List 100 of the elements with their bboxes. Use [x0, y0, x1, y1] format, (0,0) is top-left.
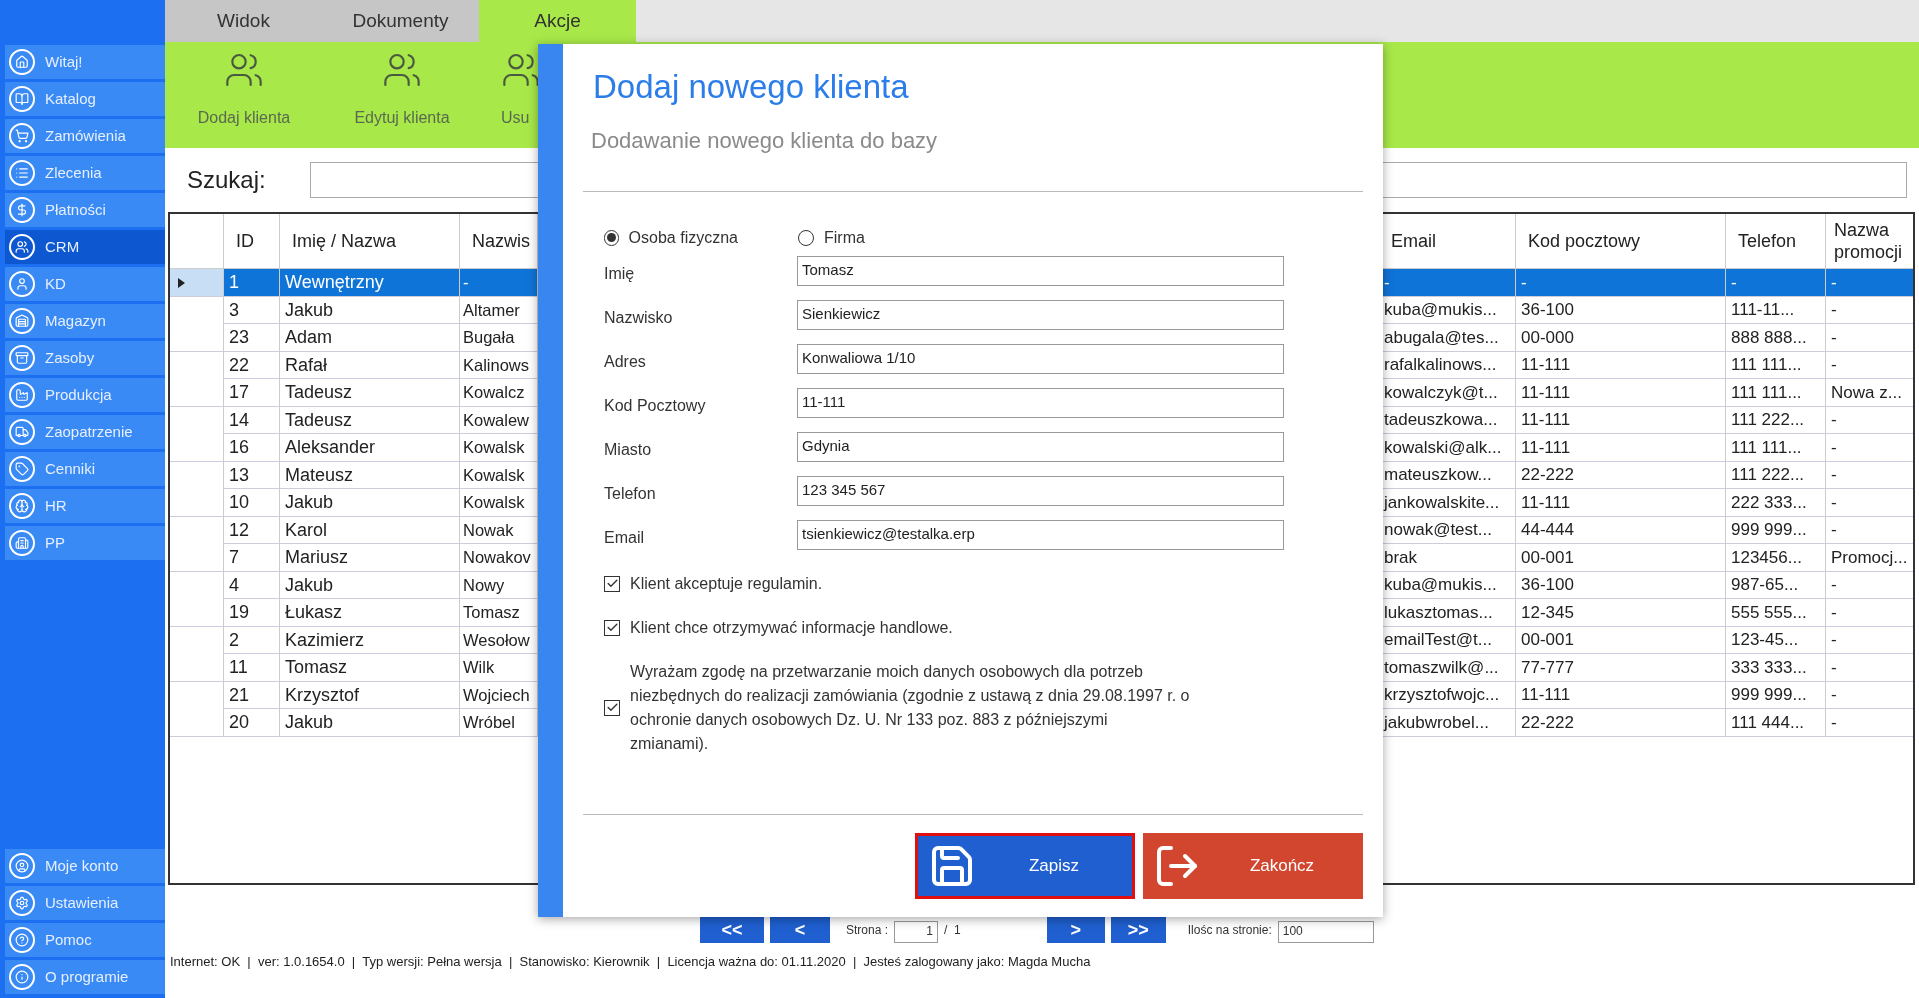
sidebar-item[interactable]: Zaopatrzenie: [5, 415, 165, 449]
table-cell: Jakub: [280, 489, 460, 516]
table-cell: 14: [224, 406, 280, 434]
consent-text: Klient akceptuje regulamin.: [630, 573, 824, 594]
text-field[interactable]: 123 345 567: [797, 475, 1284, 506]
table-cell-text: -: [1830, 684, 1838, 707]
table-cell: Tadeusz: [280, 379, 460, 406]
column-header: Nazwa promocji: [1833, 219, 1904, 264]
table-cell: 23: [224, 324, 280, 351]
settings-icon: [9, 890, 35, 916]
table-cell: 123-45...: [1726, 626, 1826, 654]
checkbox[interactable]: [604, 699, 620, 716]
sidebar-item[interactable]: Zamówienia: [5, 119, 165, 153]
dialog-subtitle: Dodawanie nowego klienta do bazy: [591, 126, 939, 155]
text-field[interactable]: Gdynia: [797, 431, 1284, 462]
sidebar-item[interactable]: Katalog: [5, 82, 165, 116]
table-cell-text: -: [1830, 436, 1838, 459]
sidebar-item[interactable]: KD: [5, 267, 165, 301]
table-cell: 11-111: [1516, 489, 1726, 516]
table-cell-text: -: [1830, 574, 1838, 597]
account-icon: [9, 853, 35, 879]
save-button[interactable]: Zapisz: [915, 833, 1135, 899]
column-header: Kod pocztowy: [1516, 214, 1726, 268]
building-icon: [9, 530, 35, 556]
table-cell: 123456...: [1726, 544, 1826, 571]
tab[interactable]: Dokumenty: [322, 0, 479, 42]
last-page-button[interactable]: >>: [1110, 917, 1166, 943]
sidebar-item[interactable]: Moje konto: [5, 849, 165, 883]
tab[interactable]: Akcje: [479, 0, 636, 42]
column-header: Telefon: [1726, 214, 1826, 268]
next-page-button[interactable]: >: [1046, 917, 1105, 943]
sidebar-item[interactable]: O programie: [5, 960, 165, 994]
table-cell: 11-111: [1516, 379, 1726, 406]
table-cell: Wewnętrzny: [280, 269, 460, 296]
person-icon: [9, 271, 35, 297]
table-cell: 12-345: [1516, 599, 1726, 626]
table-cell: 22-222: [1516, 461, 1726, 489]
exit-button[interactable]: Zakończ: [1143, 833, 1363, 899]
table-cell: 3: [224, 296, 280, 324]
sidebar-item[interactable]: Pomoc: [5, 923, 165, 957]
table-cell: 21: [224, 681, 280, 709]
per-page-label: Ilośc na stronie:: [1187, 922, 1272, 939]
page-label: Strona :: [846, 922, 889, 939]
page-field[interactable]: 1: [894, 921, 939, 943]
table-cell: Tomasz: [280, 654, 460, 681]
table-cell: 1: [224, 269, 280, 296]
radio-option[interactable]: Osoba fizyczna: [604, 225, 738, 250]
previous-page-button[interactable]: <: [770, 917, 830, 943]
table-cell: 00-001: [1516, 626, 1726, 654]
sidebar-item[interactable]: PP: [5, 526, 165, 560]
checkbox[interactable]: [604, 575, 620, 592]
sidebar-item[interactable]: Płatności: [5, 193, 165, 227]
table-cell: 888 888...: [1726, 324, 1826, 351]
factory-icon: [9, 382, 35, 408]
page-count: / 1: [944, 922, 961, 939]
checkbox[interactable]: [604, 619, 620, 636]
table-cell-text: -: [1830, 464, 1838, 487]
table-cell: -: [1726, 269, 1826, 296]
brain-icon: [9, 493, 35, 519]
table-cell: 4: [224, 571, 280, 599]
table-cell: 77-777: [1516, 654, 1726, 681]
table-cell: 999 999...: [1726, 681, 1826, 709]
table-cell-text: -: [1830, 629, 1838, 652]
table-cell: 222 333...: [1726, 489, 1826, 516]
sidebar-item[interactable]: Magazyn: [5, 304, 165, 338]
tab[interactable]: Widok: [165, 0, 322, 42]
table-cell: 44-444: [1516, 516, 1726, 544]
sidebar-item[interactable]: Cenniki: [5, 452, 165, 486]
consent-text: Wyrażam zgodę na przetwarzanie moich danych osobowych dla potrzeb niezbędnych do realizacji zamówiania (zgodnie z ustawą z dnia 29.08.1997 r. o ochronie danych osobowych Dz. U. Nr 133 poz. 883 z późniejszymi zmianami).: [630, 661, 1190, 754]
sidebar-item[interactable]: Witaj!: [5, 45, 165, 79]
archive-icon: [9, 345, 35, 371]
table-cell: 22: [224, 351, 280, 379]
radio-option[interactable]: Firma: [798, 225, 865, 250]
text-field[interactable]: tsienkiewicz@testalka.erp: [797, 519, 1284, 550]
table-cell: 111 111...: [1726, 379, 1826, 406]
text-field[interactable]: Tomasz: [797, 255, 1284, 286]
table-cell: Krzysztof: [280, 681, 460, 709]
sidebar-item[interactable]: Ustawienia: [5, 886, 165, 920]
table-cell: 00-000: [1516, 324, 1726, 351]
table-cell-text: -: [1830, 601, 1838, 624]
sidebar-item[interactable]: CRM: [5, 230, 165, 264]
row-header[interactable]: [170, 269, 224, 296]
table-cell: Jakub: [280, 296, 460, 324]
sidebar-item[interactable]: Zlecenia: [5, 156, 165, 190]
first-page-button[interactable]: <<: [700, 917, 764, 943]
per-page-select[interactable]: 100: [1277, 921, 1374, 943]
sidebar-item[interactable]: HR: [5, 489, 165, 523]
ribbon-button[interactable]: Dodaj klienta: [185, 50, 303, 148]
text-field[interactable]: Sienkiewicz: [797, 299, 1284, 330]
table-cell: -: [1516, 269, 1726, 296]
sidebar-item[interactable]: Produkcja: [5, 378, 165, 412]
field-label: Telefon: [604, 483, 657, 504]
text-field[interactable]: Konwaliowa 1/10: [797, 343, 1284, 374]
ribbon-button[interactable]: Usu: [501, 50, 541, 148]
table-cell: 10: [224, 489, 280, 516]
table-cell: Jakub: [280, 571, 460, 599]
table-cell-text: -: [1830, 409, 1838, 432]
sidebar-item[interactable]: Zasoby: [5, 341, 165, 375]
ribbon-button[interactable]: Edytuj klienta: [343, 50, 461, 148]
text-field[interactable]: 11-111: [797, 387, 1284, 418]
